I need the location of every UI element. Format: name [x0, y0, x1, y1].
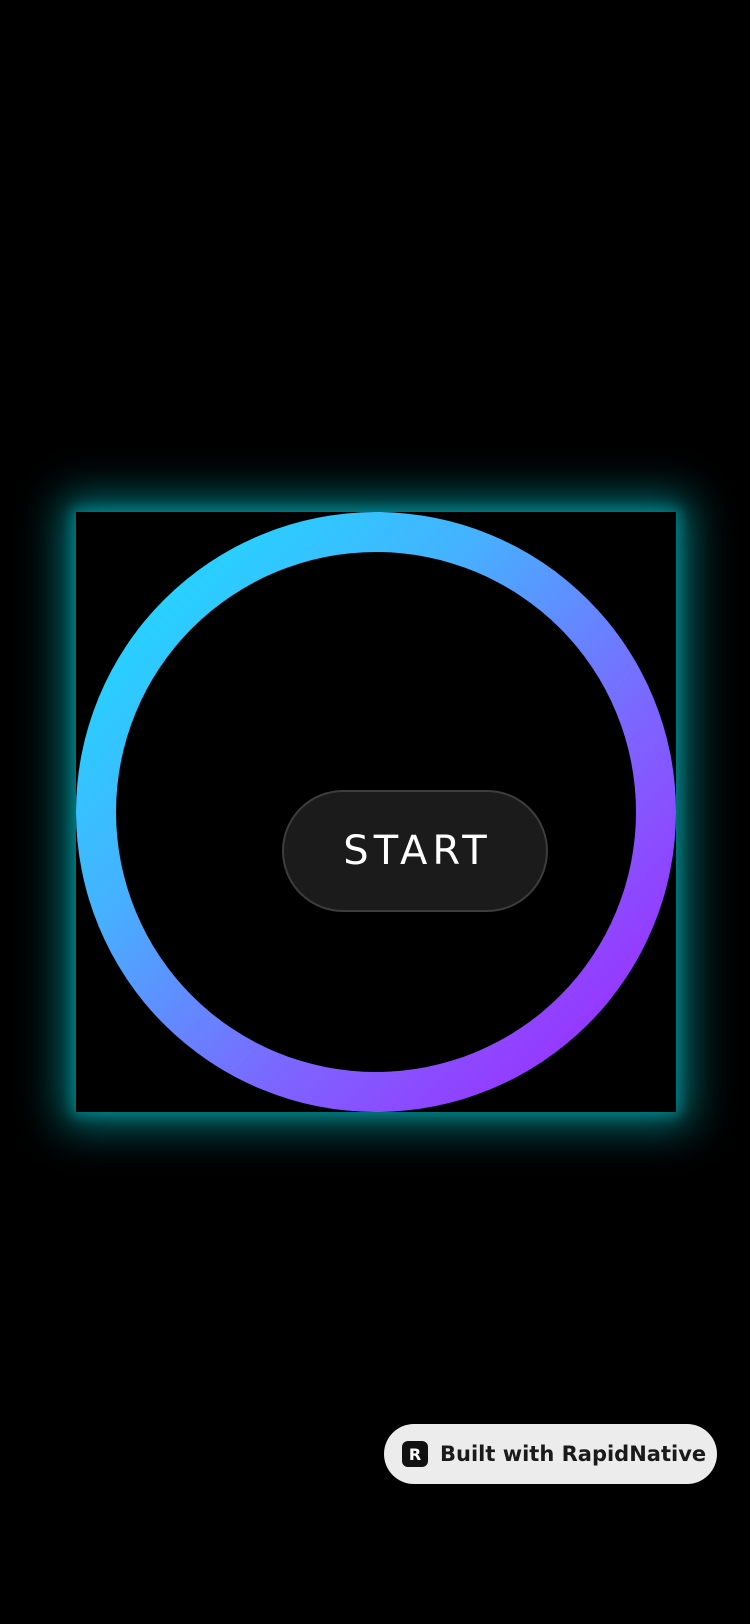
built-with-badge[interactable]: R Built with RapidNative	[384, 1424, 717, 1484]
start-button[interactable]: START	[282, 790, 548, 912]
badge-label: Built with RapidNative	[440, 1442, 707, 1466]
rapidnative-logo-icon: R	[402, 1441, 428, 1467]
start-button-label: START	[343, 828, 492, 874]
gradient-ring: START	[76, 512, 676, 1112]
glow-frame: START	[76, 512, 676, 1112]
ring-center: START	[116, 552, 636, 1072]
